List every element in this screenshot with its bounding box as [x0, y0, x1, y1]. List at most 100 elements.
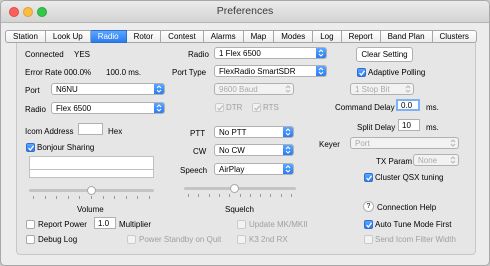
tx-param-popup-value: None	[418, 156, 438, 165]
slider-tick	[103, 196, 104, 199]
k3-2nd-rx-checkbox[interactable]	[237, 235, 246, 244]
tab-map[interactable]: Map	[243, 30, 275, 43]
baud-rate-popup[interactable]: 9600 Baud	[214, 83, 294, 95]
tx-param-popup[interactable]: None	[413, 154, 459, 166]
cw-popup[interactable]: No CW	[214, 144, 294, 156]
rts-checkbox[interactable]	[252, 103, 261, 112]
tx-param-label: TX Param	[376, 157, 413, 166]
chevron-updown-icon	[283, 127, 293, 137]
slider-tick	[79, 196, 80, 199]
window-title: Preferences	[216, 5, 274, 17]
tab-bar: Station Look Up Radio Rotor Contest Alar…	[5, 30, 477, 43]
preferences-window: Preferences Station Look Up Radio Rotor …	[0, 0, 490, 266]
command-delay-unit: ms.	[426, 103, 439, 112]
slider-tick	[229, 194, 230, 197]
keyer-popup[interactable]: Port	[350, 137, 459, 149]
baud-rate-popup-value: 9600 Baud	[219, 85, 258, 94]
ptt-popup[interactable]: No PTT	[214, 126, 294, 138]
tab-log[interactable]: Log	[313, 30, 342, 43]
auto-tune-checkbox[interactable]	[364, 220, 373, 229]
cluster-qsx-checkbox[interactable]	[364, 173, 373, 182]
tab-report[interactable]: Report	[341, 30, 381, 43]
command-delay-input[interactable]: 0.0	[396, 99, 420, 111]
volume-label: Volume	[77, 205, 104, 214]
power-standby-checkbox[interactable]	[127, 235, 136, 244]
speech-popup[interactable]: AirPlay	[214, 163, 294, 175]
update-mk-checkbox[interactable]	[237, 220, 246, 229]
tab-radio[interactable]: Radio	[90, 30, 127, 43]
error-rate-label: Error Rate	[25, 68, 62, 77]
chevron-updown-icon	[403, 84, 413, 94]
port-type-popup-value: FlexRadio SmartSDR	[219, 67, 296, 76]
slider-tick	[250, 194, 251, 197]
slider-tick	[270, 194, 271, 197]
icom-address-input[interactable]	[78, 123, 103, 135]
volume-slider-knob[interactable]	[87, 186, 96, 195]
connected-value: YES	[74, 50, 91, 59]
send-icom-filter-checkbox[interactable]	[364, 235, 373, 244]
tab-station[interactable]: Station	[5, 30, 46, 43]
tab-modes[interactable]: Modes	[274, 30, 314, 43]
debug-log-checkbox[interactable]	[26, 235, 35, 244]
chevron-updown-icon	[316, 66, 326, 76]
help-icon[interactable]: ?	[363, 201, 374, 212]
slider-tick	[91, 196, 92, 199]
auto-tune-label: Auto Tune Mode First	[375, 220, 452, 229]
bonjour-list-top[interactable]	[29, 156, 154, 170]
speech-popup-value: AirPlay	[219, 165, 245, 174]
split-delay-unit: ms.	[426, 123, 439, 132]
bonjour-list-bottom[interactable]	[29, 169, 154, 178]
stop-bit-popup[interactable]: 1 Stop Bit	[350, 83, 414, 95]
rts-label: RTS	[263, 103, 279, 112]
volume-slider-ticks	[29, 196, 154, 200]
port-popup[interactable]: N6NU	[51, 83, 165, 95]
error-rate-ms-value: 100.0 ms.	[106, 68, 142, 77]
bonjour-sharing-checkbox[interactable]	[26, 143, 35, 152]
slider-tick	[126, 196, 127, 199]
slider-tick	[198, 194, 199, 197]
cluster-qsx-label: Cluster QSX tuning	[375, 173, 444, 182]
keyer-label: Keyer	[319, 140, 340, 149]
squelch-slider-track	[184, 187, 296, 190]
port-type-popup[interactable]: FlexRadio SmartSDR	[214, 65, 327, 77]
slider-tick	[188, 194, 189, 197]
chevron-updown-icon	[283, 164, 293, 174]
tab-contest[interactable]: Contest	[161, 30, 204, 43]
dtr-label: DTR	[226, 103, 243, 112]
chevron-updown-icon	[448, 155, 458, 165]
port-type-label: Port Type	[172, 68, 207, 77]
ptt-label: PTT	[190, 129, 206, 138]
radio-number-popup[interactable]: 1 Flex 6500	[214, 47, 327, 59]
cw-label: CW	[193, 147, 207, 156]
tab-alarms[interactable]: Alarms	[203, 30, 244, 43]
dtr-checkbox[interactable]	[215, 103, 224, 112]
tab-band-plan[interactable]: Band Plan	[380, 30, 433, 43]
tab-rotor[interactable]: Rotor	[126, 30, 162, 43]
chevron-updown-icon	[154, 103, 164, 113]
squelch-slider-knob[interactable]	[230, 184, 239, 193]
speech-label: Speech	[180, 166, 208, 175]
tab-look-up[interactable]: Look Up	[45, 30, 91, 43]
clear-setting-button[interactable]: Clear Setting	[356, 47, 413, 62]
port-popup-value: N6NU	[56, 85, 78, 94]
chevron-updown-icon	[448, 138, 458, 148]
debug-log-label: Debug Log	[38, 235, 78, 244]
tab-clusters[interactable]: Clusters	[432, 30, 477, 43]
title-bar: Preferences	[1, 1, 489, 23]
connection-help-label[interactable]: Connection Help	[377, 202, 436, 213]
keyer-popup-value: Port	[355, 139, 370, 148]
radio-model-popup[interactable]: Flex 6500	[51, 102, 165, 114]
slider-tick	[260, 194, 261, 197]
connected-label: Connected	[25, 50, 64, 59]
adaptive-polling-checkbox[interactable]	[357, 68, 366, 77]
split-delay-label: Split Delay	[357, 123, 396, 132]
slider-tick	[291, 194, 292, 197]
report-power-input[interactable]: 1.0	[94, 217, 116, 229]
command-delay-label: Command Delay	[335, 103, 395, 112]
split-delay-input[interactable]: 10	[398, 119, 420, 131]
icom-hex-label: Hex	[108, 127, 123, 136]
chevron-updown-icon	[283, 84, 293, 94]
squelch-slider-ticks	[184, 194, 296, 198]
report-power-checkbox[interactable]	[26, 220, 35, 229]
ptt-popup-value: No PTT	[219, 128, 247, 137]
